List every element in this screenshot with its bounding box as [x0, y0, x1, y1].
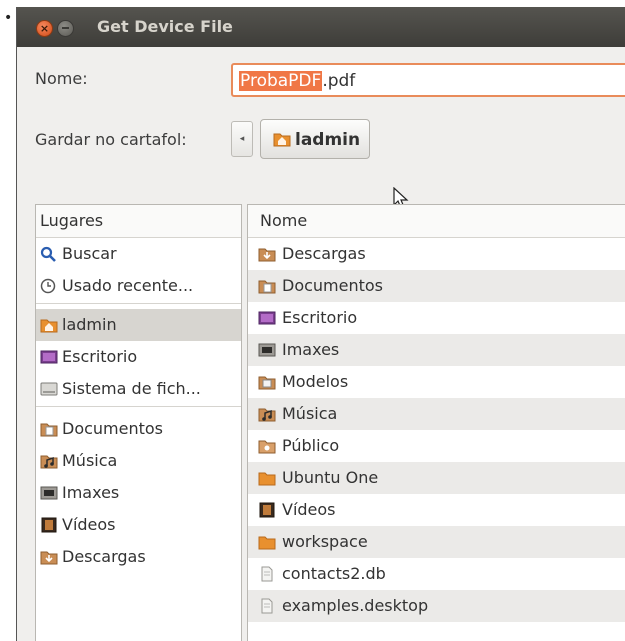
breadcrumb-label: ladmin — [295, 130, 361, 150]
music-folder-icon — [40, 455, 58, 469]
place-label: Descargas — [62, 547, 146, 566]
file-name: examples.desktop — [282, 596, 429, 615]
file-row[interactable]: Escritorio — [248, 302, 625, 334]
file-row[interactable]: workspace — [248, 526, 625, 558]
places-separator — [36, 303, 241, 304]
documents-folder-icon — [40, 423, 58, 437]
place-label: ladmin — [62, 315, 117, 334]
file-name: Modelos — [282, 372, 349, 391]
places-sidebar: Lugares Buscar Usado recente... ladmin E… — [35, 204, 242, 641]
file-name: Documentos — [282, 276, 384, 295]
videos-folder-icon — [41, 517, 57, 533]
breadcrumb-back-button[interactable]: ◂ — [231, 121, 253, 157]
close-button[interactable]: × — [36, 20, 53, 37]
downloads-folder-icon — [258, 248, 276, 262]
place-item-filesystem[interactable]: Sistema de fich... — [36, 373, 241, 405]
clock-icon — [40, 278, 56, 294]
file-row[interactable]: Vídeos — [248, 494, 625, 526]
file-name: Descargas — [282, 244, 366, 263]
search-icon — [40, 246, 56, 262]
file-name: Música — [282, 404, 338, 423]
place-label: Música — [62, 451, 118, 470]
file-row[interactable]: Imaxes — [248, 334, 625, 366]
places-separator — [36, 406, 241, 407]
pictures-folder-icon — [40, 486, 58, 500]
file-name: Imaxes — [282, 340, 340, 359]
filename-input[interactable]: ProbaPDF.pdf — [231, 63, 625, 97]
place-item-descargas[interactable]: Descargas — [36, 541, 241, 573]
file-row[interactable]: examples.desktop — [248, 590, 625, 622]
folder-icon — [258, 472, 276, 486]
file-dialog: × Get Device File Nome: ProbaPDF.pdf Gar… — [16, 7, 625, 641]
file-row[interactable]: Música — [248, 398, 625, 430]
templates-folder-icon — [258, 376, 276, 390]
save-in-folder-label: Gardar no cartafol: — [35, 130, 187, 149]
bullet-marker: • — [4, 10, 13, 26]
page-top-strip — [0, 0, 625, 7]
place-item-documentos[interactable]: Documentos — [36, 413, 241, 445]
file-icon — [261, 598, 273, 614]
place-label: Buscar — [62, 244, 117, 263]
file-name: workspace — [282, 532, 368, 551]
home-folder-icon — [273, 133, 291, 147]
file-row[interactable]: Ubuntu One — [248, 462, 625, 494]
place-item-ladmin[interactable]: ladmin — [36, 309, 241, 341]
place-label: Sistema de fich... — [62, 379, 201, 398]
filename-selected-text: ProbaPDF — [239, 71, 323, 91]
place-label: Vídeos — [62, 515, 116, 534]
place-item-musica[interactable]: Música — [36, 445, 241, 477]
downloads-folder-icon — [40, 551, 58, 565]
file-row[interactable]: contacts2.db — [248, 558, 625, 590]
place-label: Documentos — [62, 419, 164, 438]
file-row[interactable]: Público — [248, 430, 625, 462]
music-folder-icon — [258, 408, 276, 422]
file-list: Nome Descargas Documentos Escritorio Ima… — [247, 204, 625, 641]
column-header-name[interactable]: Nome — [248, 205, 625, 238]
file-row[interactable]: Documentos — [248, 270, 625, 302]
title-bar: × Get Device File — [17, 7, 625, 47]
name-label: Nome: — [35, 69, 88, 88]
pictures-folder-icon — [258, 343, 276, 357]
place-item-recent[interactable]: Usado recente... — [36, 270, 241, 302]
file-row[interactable]: Modelos — [248, 366, 625, 398]
file-name: Vídeos — [282, 500, 336, 519]
file-name: Público — [282, 436, 340, 455]
home-folder-icon — [40, 319, 58, 333]
place-item-escritorio[interactable]: Escritorio — [36, 341, 241, 373]
public-folder-icon — [258, 440, 276, 454]
drive-icon — [40, 382, 58, 396]
dialog-title: Get Device File — [97, 17, 233, 36]
minimize-button[interactable] — [57, 20, 74, 37]
file-name: Ubuntu One — [282, 468, 379, 487]
file-name: contacts2.db — [282, 564, 386, 583]
place-label: Usado recente... — [62, 276, 194, 295]
desktop-icon — [40, 350, 58, 364]
file-icon — [261, 566, 273, 582]
file-row[interactable]: Descargas — [248, 238, 625, 270]
file-name: Escritorio — [282, 308, 358, 327]
place-label: Imaxes — [62, 483, 120, 502]
place-item-imaxes[interactable]: Imaxes — [36, 477, 241, 509]
desktop-icon — [258, 311, 276, 325]
breadcrumb-home-button[interactable]: ladmin — [260, 119, 370, 159]
place-item-videos[interactable]: Vídeos — [36, 509, 241, 541]
folder-icon — [258, 536, 276, 550]
place-item-buscar[interactable]: Buscar — [36, 238, 241, 270]
videos-folder-icon — [259, 502, 275, 518]
place-label: Escritorio — [62, 347, 138, 366]
documents-folder-icon — [258, 280, 276, 294]
places-header: Lugares — [36, 205, 241, 238]
filename-extension-text: .pdf — [322, 71, 356, 91]
